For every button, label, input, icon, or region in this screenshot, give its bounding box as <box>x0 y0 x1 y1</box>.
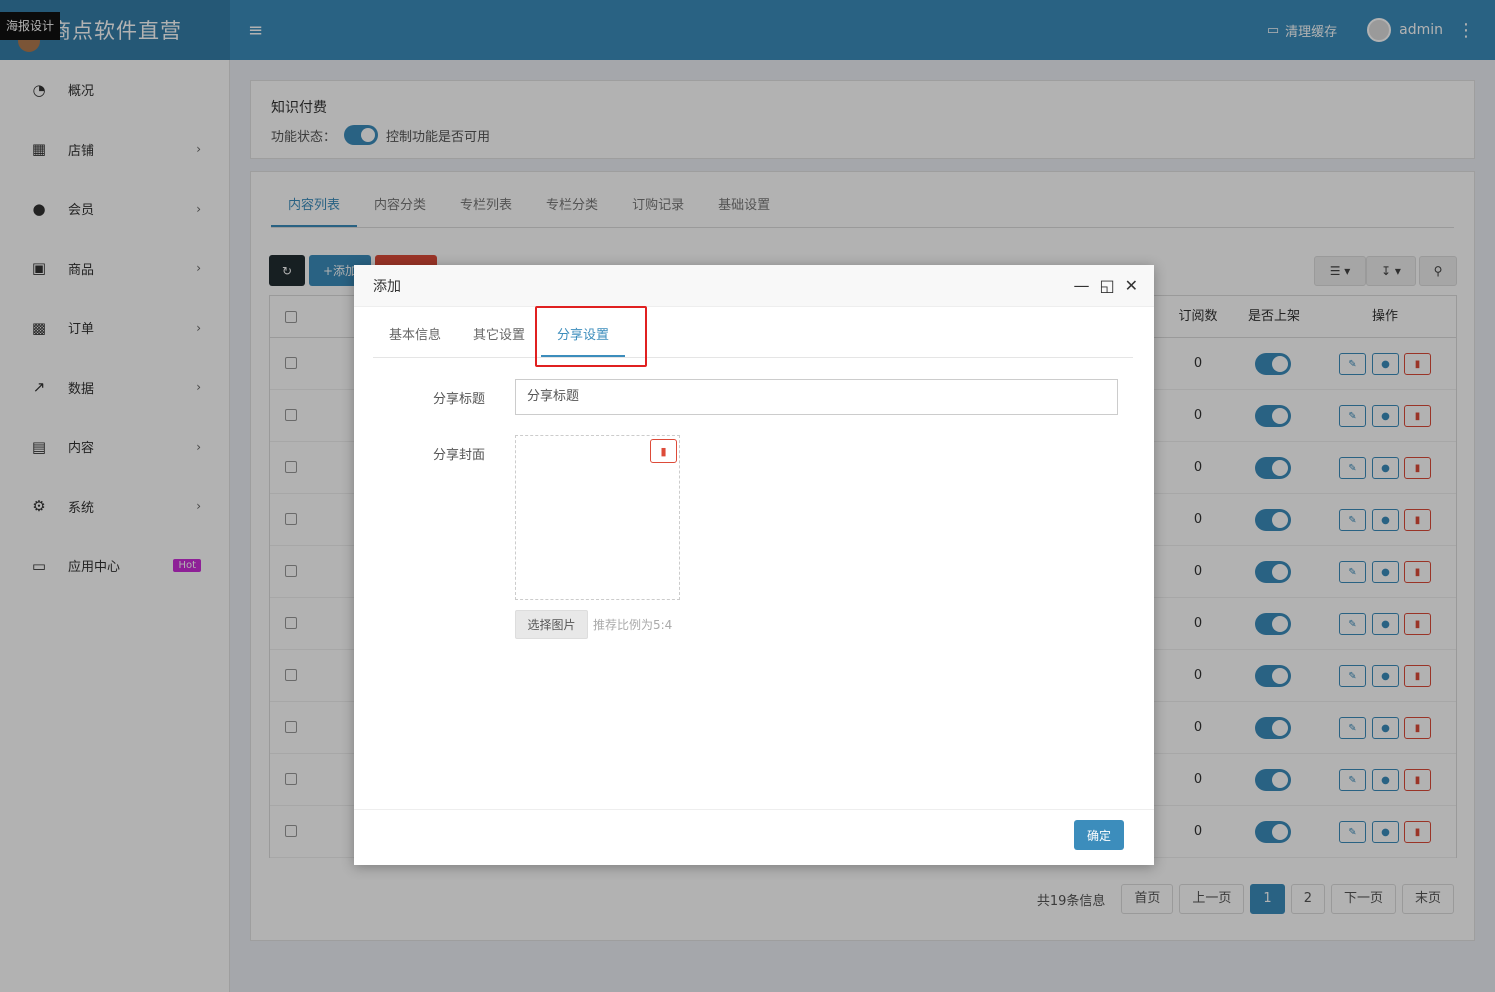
modal-tabs: 基本信息 其它设置 分享设置 <box>373 315 1133 358</box>
tab-basic-info[interactable]: 基本信息 <box>373 315 457 357</box>
modal-header: 添加 — ◱ ✕ <box>354 265 1154 307</box>
share-title-label: 分享标题 <box>433 392 486 407</box>
close-icon[interactable]: ✕ <box>1125 276 1138 295</box>
modal-footer: 确定 <box>354 809 1154 865</box>
delete-image-button[interactable]: ▮ <box>650 439 677 463</box>
share-cover-label: 分享封面 <box>433 448 486 463</box>
add-modal: 添加 — ◱ ✕ 基本信息 其它设置 分享设置 分享标题 分享标题 分享封面 ▮… <box>354 265 1154 865</box>
confirm-button[interactable]: 确定 <box>1074 820 1124 850</box>
share-cover-upload[interactable]: ▮ <box>515 435 680 600</box>
highlight-box <box>535 306 647 367</box>
trash-icon: ▮ <box>660 444 667 458</box>
share-title-input[interactable]: 分享标题 <box>515 379 1118 415</box>
minimize-icon[interactable]: — <box>1073 276 1089 295</box>
choose-image-button[interactable]: 选择图片 <box>515 610 588 639</box>
ratio-hint: 推荐比例为5:4 <box>593 618 673 632</box>
modal-title: 添加 <box>373 278 401 295</box>
tab-other-settings[interactable]: 其它设置 <box>457 315 541 357</box>
maximize-icon[interactable]: ◱ <box>1099 276 1114 295</box>
